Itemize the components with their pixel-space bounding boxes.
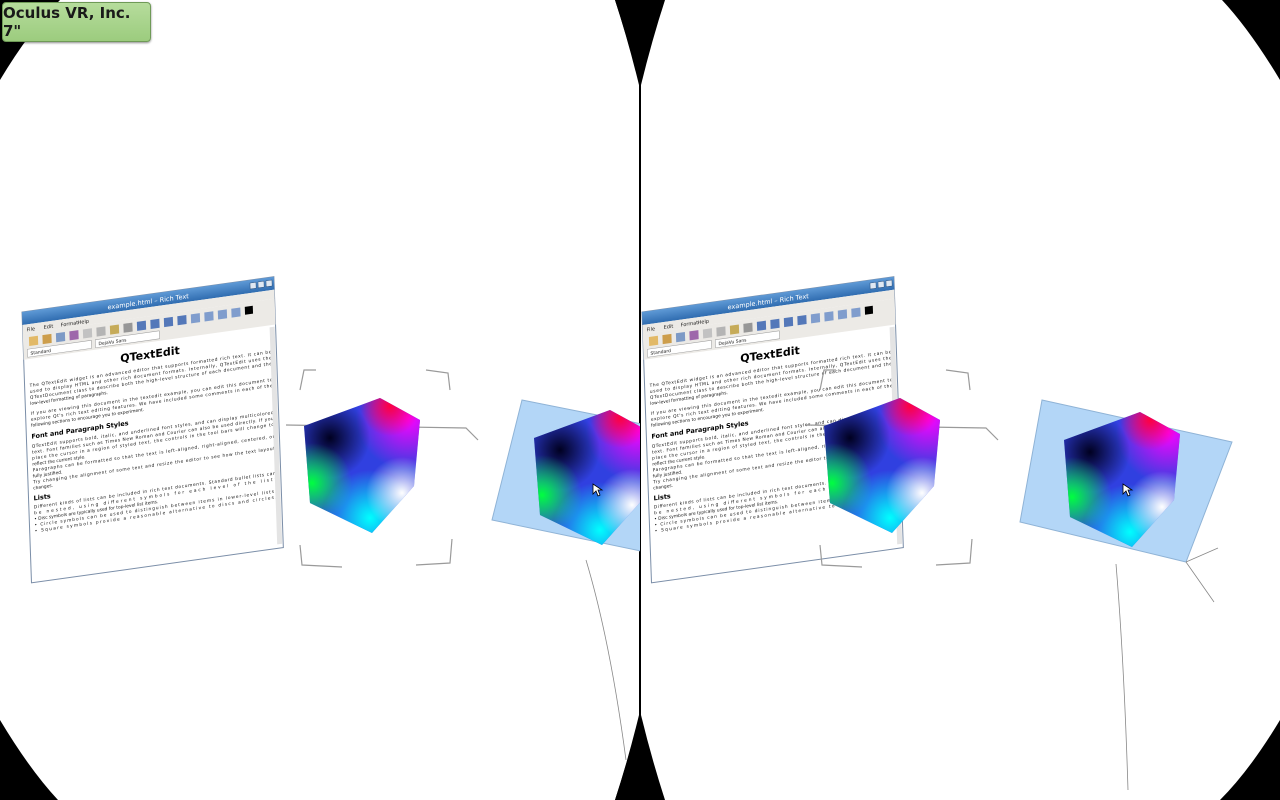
toolbar-button-icon[interactable] [756, 320, 767, 331]
toolbar-button-icon[interactable] [217, 309, 228, 320]
toolbar-button-icon[interactable] [662, 333, 672, 345]
toolbar-button-icon[interactable] [675, 332, 686, 343]
toolbar-button-icon[interactable] [702, 328, 713, 339]
minimize-icon[interactable] [869, 281, 877, 290]
toolbar-button-icon[interactable] [150, 318, 160, 330]
toolbar-button-icon[interactable] [163, 316, 174, 328]
toolbar-button-icon[interactable] [231, 307, 241, 318]
toolbar-button-icon[interactable] [689, 330, 699, 341]
toolbar-button-icon[interactable] [136, 320, 147, 331]
rich-text-window[interactable]: example.html – Rich TextFile Edit Format He… [21, 276, 284, 584]
toolbar-button-icon[interactable] [109, 324, 120, 335]
menu-file[interactable]: File [27, 326, 36, 333]
maximize-icon[interactable] [257, 280, 265, 289]
toolbar-button-icon[interactable] [123, 322, 133, 333]
toolbar-button-icon[interactable] [96, 326, 106, 337]
toolbar-button-icon[interactable] [648, 335, 659, 347]
color-swatch-icon[interactable] [864, 305, 874, 315]
toolbar-button-icon[interactable] [204, 311, 214, 322]
maximize-icon[interactable] [877, 280, 885, 289]
close-icon[interactable] [885, 279, 893, 288]
toolbar-button-icon[interactable] [729, 324, 740, 335]
toolbar-button-icon[interactable] [190, 313, 201, 324]
toolbar-button-icon[interactable] [42, 333, 52, 345]
toolbar-button-icon[interactable] [824, 311, 834, 322]
toolbar-button-icon[interactable] [810, 313, 821, 324]
toolbar-button-icon[interactable] [716, 326, 726, 337]
device-name-badge: Oculus VR, Inc. 7" [2, 2, 151, 42]
toolbar-button-icon[interactable] [851, 307, 861, 318]
minimize-icon[interactable] [249, 281, 257, 290]
toolbar-button-icon[interactable] [55, 332, 66, 343]
toolbar-button-icon[interactable] [177, 315, 187, 326]
toolbar-button-icon[interactable] [743, 322, 753, 333]
color-swatch-icon[interactable] [244, 305, 254, 315]
toolbar-button-icon[interactable] [770, 318, 780, 330]
toolbar-button-icon[interactable] [797, 315, 807, 326]
toolbar-button-icon[interactable] [82, 328, 93, 339]
stereo-vr-scene: example.html – Rich TextFile Edit Format He… [0, 0, 1280, 800]
toolbar-button-icon[interactable] [28, 335, 39, 347]
close-icon[interactable] [265, 279, 273, 288]
toolbar-button-icon[interactable] [837, 309, 848, 320]
menu-file[interactable]: File [647, 326, 656, 333]
toolbar-button-icon[interactable] [69, 330, 79, 341]
toolbar-button-icon[interactable] [783, 316, 794, 328]
